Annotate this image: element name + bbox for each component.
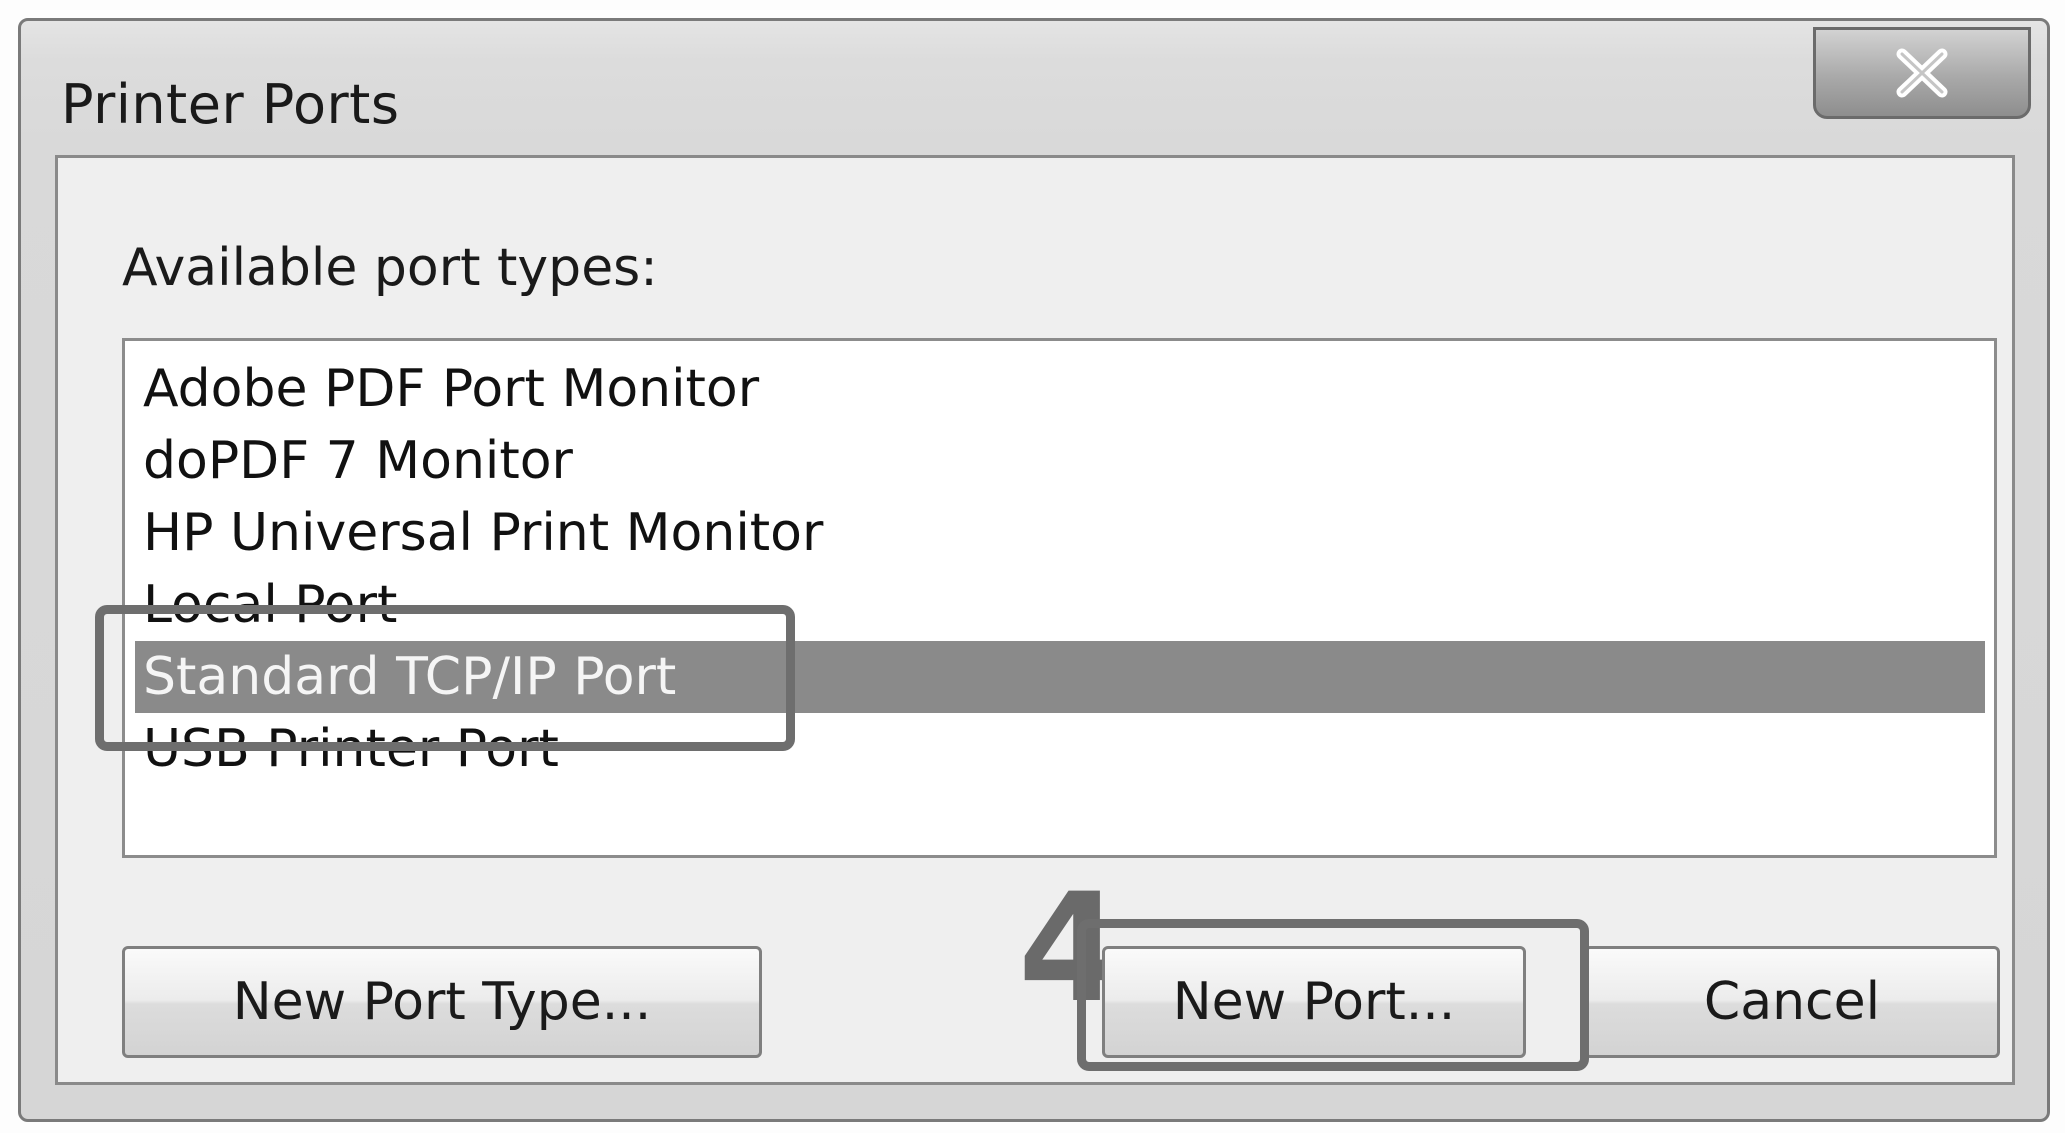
dialog-client-area: Available port types: Adobe PDF Port Mon… bbox=[55, 155, 2015, 1085]
close-button[interactable] bbox=[1813, 27, 2031, 119]
printer-ports-dialog: Printer Ports Available port types: Adob… bbox=[18, 18, 2050, 1122]
available-port-types-label: Available port types: bbox=[122, 238, 658, 298]
cancel-button[interactable]: Cancel bbox=[1584, 946, 2000, 1058]
new-port-type-button[interactable]: New Port Type... bbox=[122, 946, 762, 1058]
title-bar[interactable]: Printer Ports bbox=[21, 21, 2047, 156]
list-item-adobe-pdf-port-monitor[interactable]: Adobe PDF Port Monitor bbox=[135, 353, 1985, 425]
list-item-local-port[interactable]: Local Port bbox=[135, 569, 1985, 641]
list-item-dopdf-7-monitor[interactable]: doPDF 7 Monitor bbox=[135, 425, 1985, 497]
list-item-hp-universal-print-monitor[interactable]: HP Universal Print Monitor bbox=[135, 497, 1985, 569]
new-port-button[interactable]: New Port... bbox=[1102, 946, 1526, 1058]
screenshot-stage: Printer Ports Available port types: Adob… bbox=[0, 0, 2065, 1133]
list-item-usb-printer-port[interactable]: USB Printer Port bbox=[135, 713, 1985, 785]
dialog-title: Printer Ports bbox=[61, 73, 400, 136]
list-item-standard-tcp-ip-port[interactable]: Standard TCP/IP Port bbox=[135, 641, 1985, 713]
port-types-listbox[interactable]: Adobe PDF Port Monitor doPDF 7 Monitor H… bbox=[122, 338, 1997, 858]
close-icon bbox=[1892, 48, 1952, 98]
